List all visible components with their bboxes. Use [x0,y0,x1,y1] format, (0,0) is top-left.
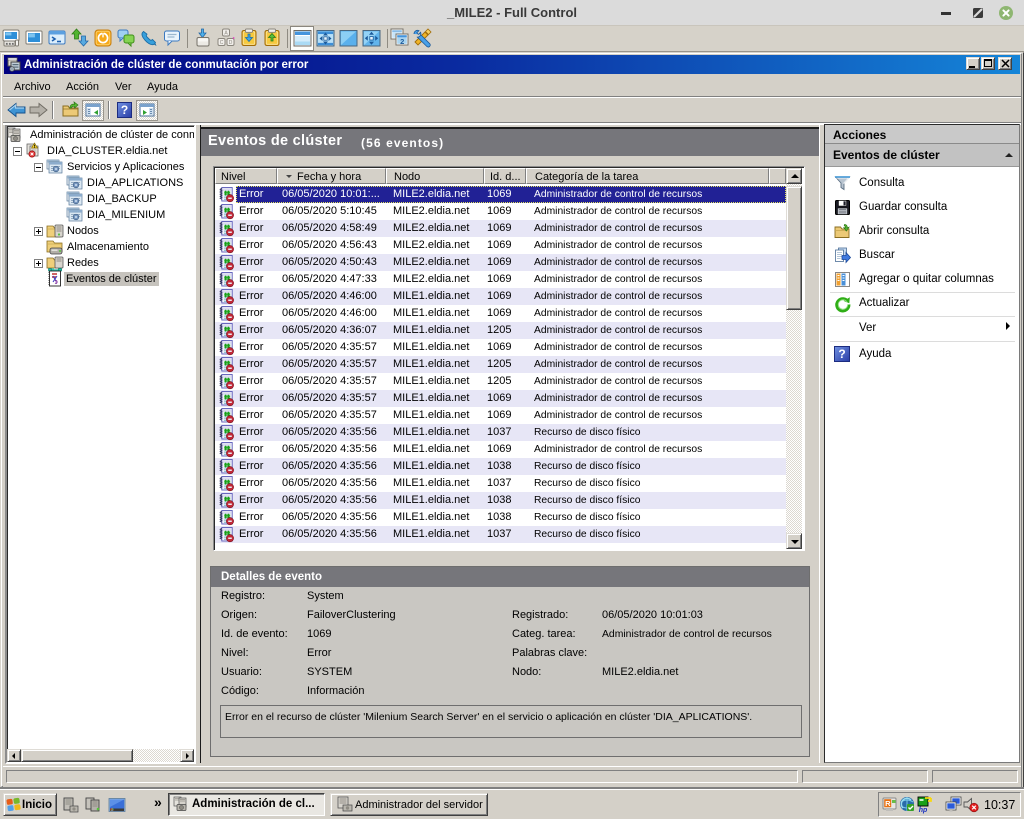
svg-text:2: 2 [400,37,404,46]
svg-text:C: C [220,40,224,46]
svg-text:R: R [885,799,891,808]
svg-text:hp: hp [919,807,928,814]
svg-text:D: D [229,40,233,46]
